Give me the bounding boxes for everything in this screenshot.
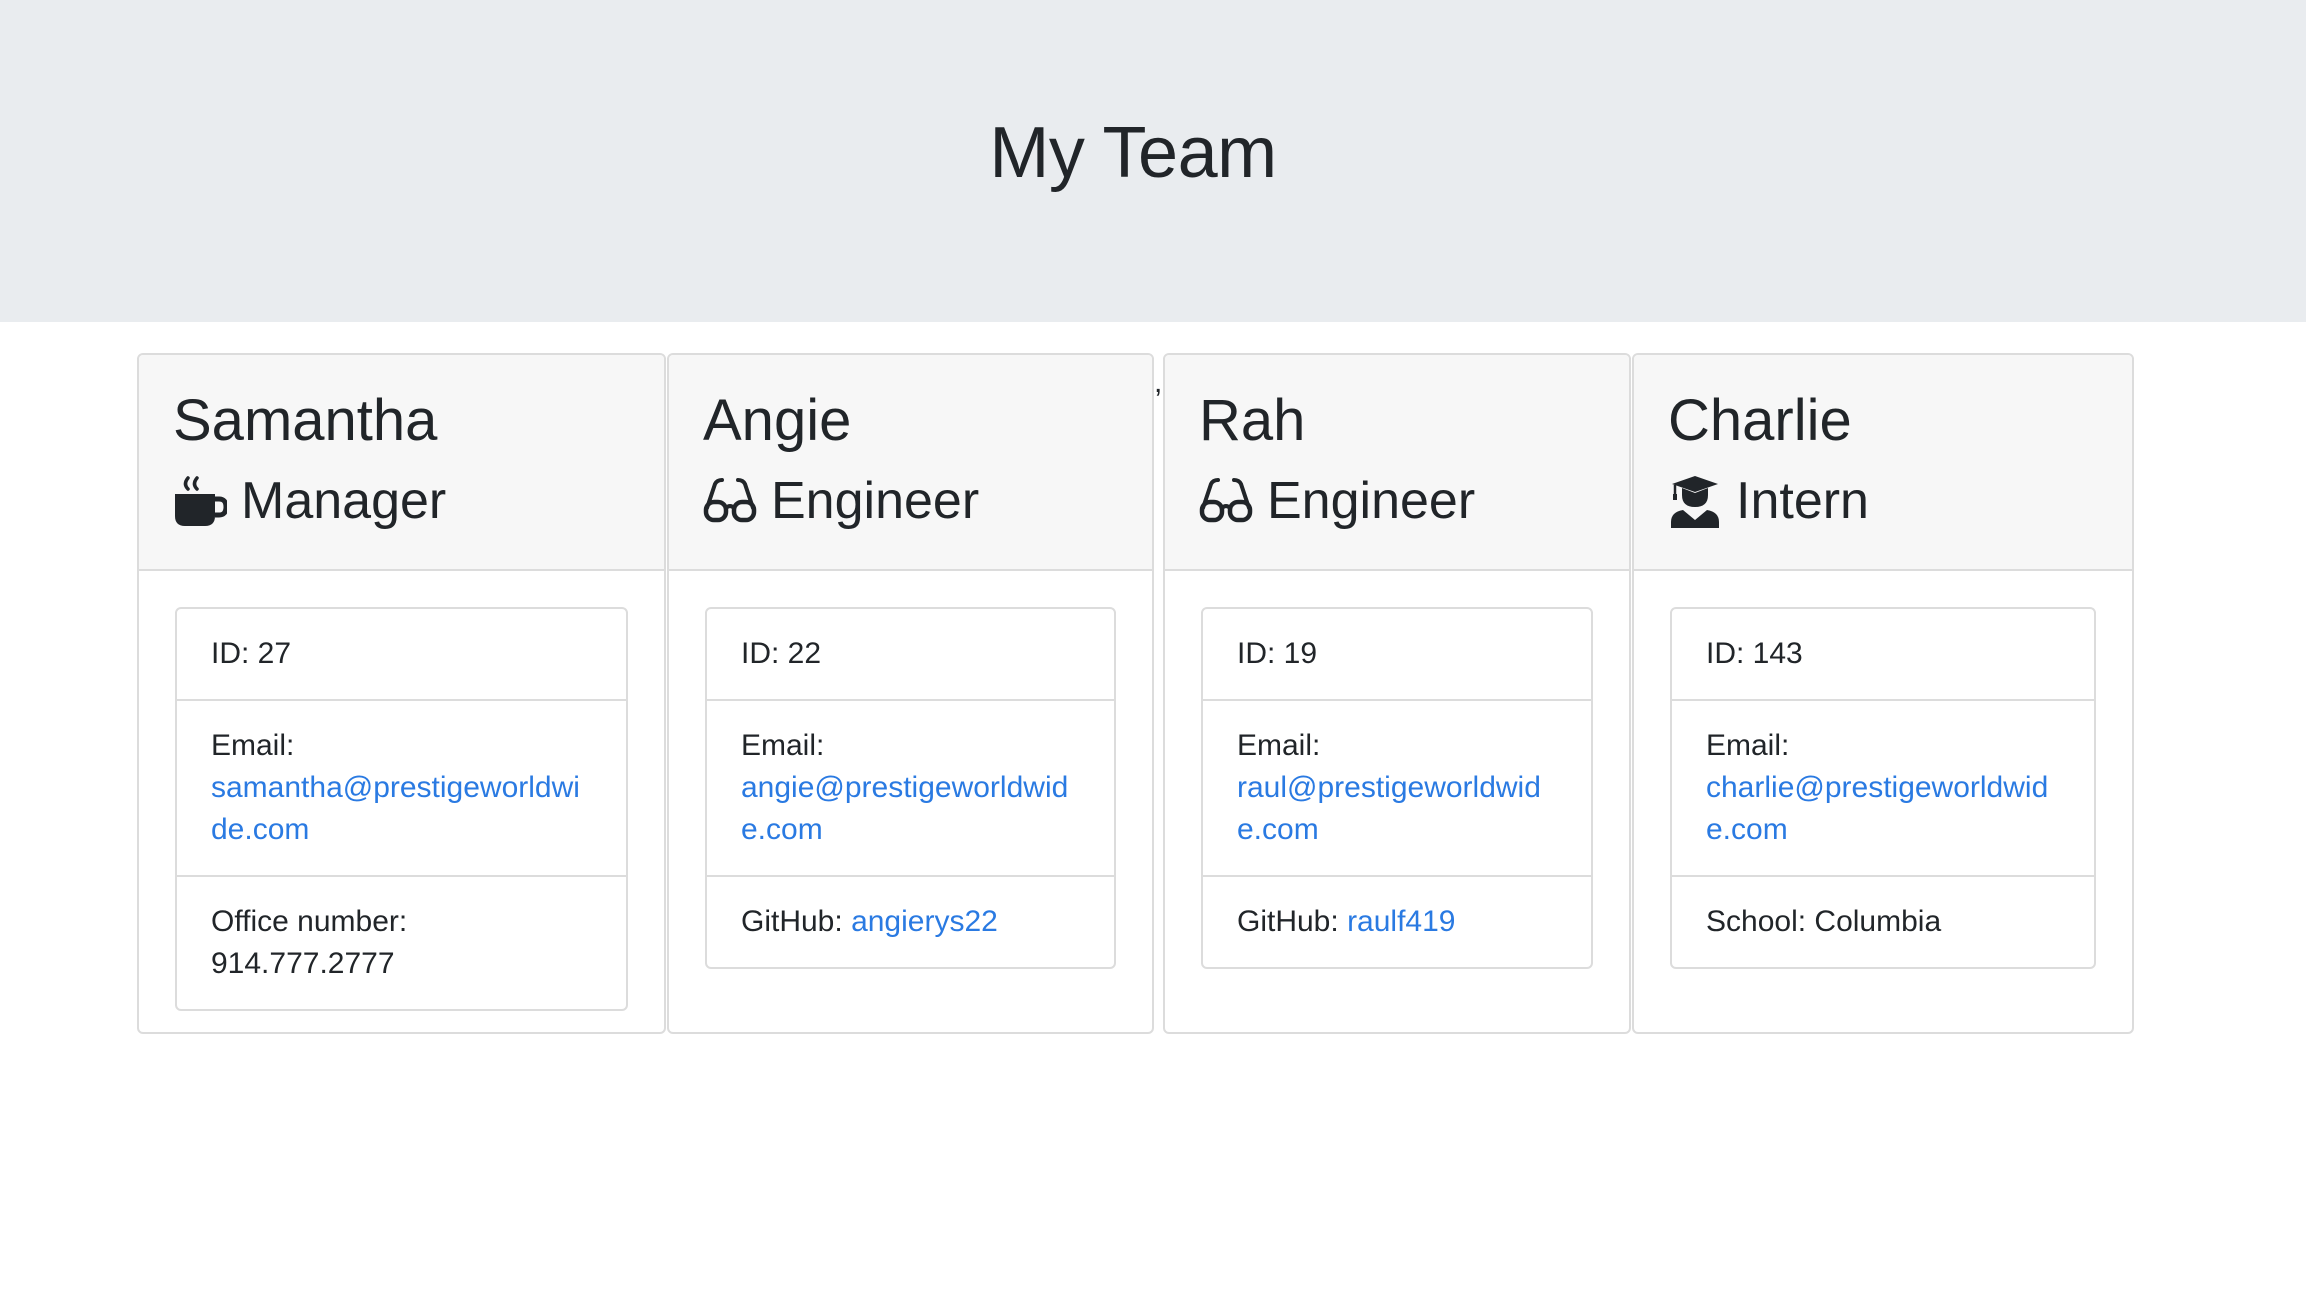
school-info: School: Columbia — [1672, 877, 2094, 967]
github-link[interactable]: raulf419 — [1347, 905, 1455, 938]
stray-comma: , — [1154, 366, 1163, 399]
role-label: Intern — [1736, 472, 1869, 530]
employee-email: Email: angie@prestigeworldwide.com — [707, 701, 1114, 877]
glasses-icon — [703, 474, 757, 528]
role-label: Engineer — [771, 472, 980, 530]
employee-role: Engineer — [1199, 465, 1475, 537]
email-link[interactable]: angie@prestigeworldwide.com — [741, 771, 1068, 846]
github-label: GitHub: — [1237, 905, 1339, 938]
email-label: Email: — [741, 729, 825, 762]
employee-role: Manager — [173, 465, 446, 537]
email-link[interactable]: charlie@prestigeworldwide.com — [1706, 771, 2048, 846]
graduate-icon — [1668, 474, 1722, 528]
email-label: Email: — [211, 729, 295, 762]
employee-id: ID: 19 — [1203, 609, 1591, 701]
email-label: Email: — [1237, 729, 1321, 762]
card-header: Rah Engineer — [1165, 355, 1629, 571]
email-link[interactable]: samantha@prestigeworldwide.com — [211, 771, 580, 846]
card-header: Samantha Manager — [139, 355, 664, 571]
employee-name: Angie — [703, 388, 852, 453]
role-label: Engineer — [1267, 472, 1476, 530]
page-header: My Team — [0, 0, 2306, 322]
card-header: Angie Engineer — [669, 355, 1152, 571]
employee-card-rah: Rah Engineer ID: 19 Email: raul@prestige… — [1163, 353, 1631, 1034]
employee-email: Email: samantha@prestigeworldwide.com — [177, 701, 626, 877]
employee-card-charlie: Charlie Intern ID: 143 Email: charlie@pr… — [1632, 353, 2134, 1034]
employee-details: ID: 143 Email: charlie@prestigeworldwide… — [1670, 607, 2096, 969]
employee-name: Rah — [1199, 388, 1306, 453]
employee-details: ID: 27 Email: samantha@prestigeworldwide… — [175, 607, 628, 1011]
employee-name: Charlie — [1668, 388, 1852, 453]
email-label: Email: — [1706, 729, 1790, 762]
card-header: Charlie Intern — [1634, 355, 2132, 571]
employee-details: ID: 19 Email: raul@prestigeworldwide.com… — [1201, 607, 1593, 969]
employee-details: ID: 22 Email: angie@prestigeworldwide.co… — [705, 607, 1116, 969]
email-link[interactable]: raul@prestigeworldwide.com — [1237, 771, 1541, 846]
school-label: School: — [1706, 905, 1807, 938]
github-info: GitHub: raulf419 — [1203, 877, 1591, 967]
coffee-icon — [173, 474, 227, 528]
employee-name: Samantha — [173, 388, 438, 453]
github-label: GitHub: — [741, 905, 843, 938]
office-number-label: Office number: — [211, 905, 408, 938]
employee-id: ID: 143 — [1672, 609, 2094, 701]
employee-card-samantha: Samantha Manager ID: 27 Email: samantha@… — [137, 353, 666, 1034]
employee-email: Email: charlie@prestigeworldwide.com — [1672, 701, 2094, 877]
glasses-icon — [1199, 474, 1253, 528]
school-value: Columbia — [1814, 905, 1942, 938]
office-number: Office number: 914.777.2777 — [177, 877, 626, 1009]
employee-card-angie: Angie Engineer ID: 22 Email: angie@prest… — [667, 353, 1154, 1034]
office-number-value: 914.777.2777 — [211, 947, 395, 980]
employee-id: ID: 22 — [707, 609, 1114, 701]
employee-role: Intern — [1668, 465, 1869, 537]
employee-id: ID: 27 — [177, 609, 626, 701]
employee-role: Engineer — [703, 465, 979, 537]
role-label: Manager — [241, 472, 447, 530]
page-title: My Team — [989, 113, 1277, 193]
employee-email: Email: raul@prestigeworldwide.com — [1203, 701, 1591, 877]
github-info: GitHub: angierys22 — [707, 877, 1114, 967]
github-link[interactable]: angierys22 — [851, 905, 998, 938]
